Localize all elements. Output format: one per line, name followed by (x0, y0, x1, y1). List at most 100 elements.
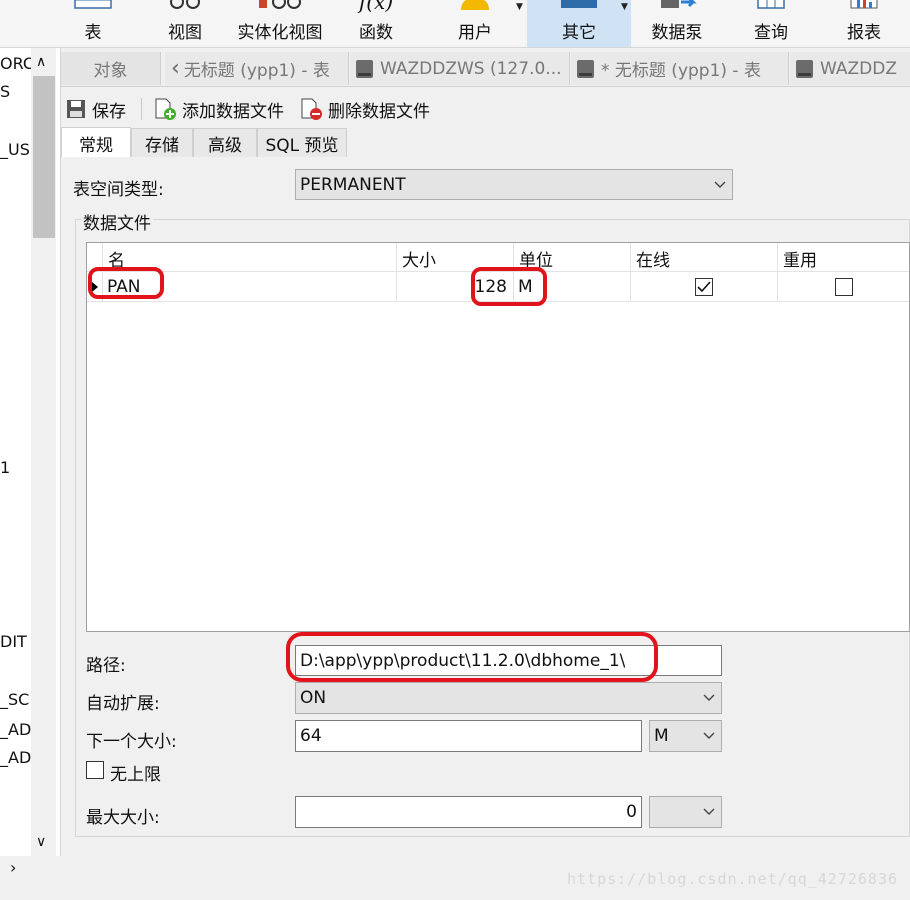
path-label: 路径: (86, 656, 126, 676)
tab-general-label: 常规 (79, 135, 113, 156)
ribbon-table-button[interactable]: 表 (62, 0, 124, 47)
max-size-input[interactable]: 0 (295, 796, 642, 828)
tab-untitled-table-1[interactable]: ‹ 无标题 (ypp1) - 表 (165, 52, 349, 85)
unlimited-label: 无上限 (110, 765, 161, 785)
check-icon (697, 280, 711, 292)
materialized-view-icon (259, 0, 301, 9)
ribbon-materialized-view-button[interactable]: 实体化视图 (228, 0, 332, 47)
table-icon (74, 0, 112, 9)
tree-item[interactable]: _AD (0, 720, 31, 739)
ribbon-function-button[interactable]: f(x) 函数 (345, 0, 407, 47)
view-icon (170, 0, 200, 9)
data-pump-icon (661, 0, 697, 8)
tree-scroll-right-icon[interactable]: › (10, 858, 16, 877)
ribbon-function-label: 函数 (359, 23, 393, 43)
user-icon (461, 0, 489, 10)
tab-connection-wazddz[interactable]: WAZDDZ (790, 52, 910, 85)
tree-item[interactable]: _SC (0, 690, 29, 709)
tab-advanced-label: 高级 (208, 135, 242, 156)
chevron-down-icon (703, 694, 715, 701)
table-row-reuse-cell[interactable] (778, 272, 909, 302)
tree-scroll-thumb[interactable] (33, 76, 55, 238)
tree-item[interactable]: S (0, 82, 10, 101)
table-row-online-cell[interactable] (631, 272, 778, 302)
annotation-circle-path (286, 632, 658, 682)
tab-objects[interactable]: 对象 (61, 52, 161, 85)
grid-header-online[interactable]: 在线 (631, 243, 778, 272)
tab-untitled-table-2[interactable]: * 无标题 (ypp1) - 表 (571, 52, 789, 85)
tab-general[interactable]: 常规 (61, 127, 131, 158)
grid-header-reuse-label: 重用 (783, 251, 817, 271)
online-checkbox[interactable] (695, 277, 713, 296)
delete-datafile-label: 删除数据文件 (328, 101, 430, 122)
tab-sql-preview[interactable]: SQL 预览 (257, 128, 347, 157)
grid-header-reuse[interactable]: 重用 (778, 243, 909, 272)
property-tabs: 常规 存储 高级 SQL 预览 (61, 126, 910, 158)
ribbon-data-pump-button[interactable]: 数据泵 (640, 0, 714, 47)
tab-storage-label: 存储 (145, 135, 179, 156)
next-size-unit-select[interactable]: M (649, 720, 722, 752)
ribbon-report-label: 报表 (847, 23, 881, 43)
document-tab-strip: 对象 ‹ 无标题 (ypp1) - 表 WAZDDZWS (127.0... *… (61, 48, 910, 87)
next-size-label: 下一个大小: (86, 732, 177, 752)
ribbon-view-button[interactable]: 视图 (155, 0, 215, 47)
ribbon-query-button[interactable]: 查询 (740, 0, 802, 47)
save-button[interactable]: 保存 (66, 96, 126, 122)
ribbon-user-button[interactable]: 用户 ▼ (440, 0, 523, 47)
next-size-input[interactable]: 64 (295, 720, 642, 752)
report-icon (850, 0, 878, 9)
add-datafile-button[interactable]: 添加数据文件 (153, 96, 284, 122)
tab-storage[interactable]: 存储 (131, 128, 193, 157)
database-icon (356, 59, 373, 79)
watermark-text: https://blog.csdn.net/qq_42726836 (566, 870, 898, 888)
tablespace-type-select[interactable]: PERMANENT (295, 169, 733, 200)
tree-item[interactable]: 1 (0, 458, 10, 477)
ribbon-user-label: 用户 (458, 23, 492, 43)
tab-objects-label: 对象 (93, 61, 128, 81)
annotation-circle-name (88, 267, 164, 299)
unlimited-checkbox[interactable] (86, 761, 104, 779)
tab-connection-wazddzws[interactable]: WAZDDZWS (127.0... (350, 52, 570, 85)
autoextend-label: 自动扩展: (86, 694, 160, 714)
chevron-down-icon (703, 808, 715, 815)
scroll-down-icon[interactable]: ∨ (36, 834, 46, 850)
ribbon-report-button[interactable]: 报表 (833, 0, 895, 47)
database-icon (577, 59, 594, 79)
autoextend-select[interactable]: ON (295, 682, 722, 714)
function-icon: f(x) (358, 0, 394, 14)
tree-item[interactable]: DIT (0, 632, 27, 651)
max-size-label: 最大大小: (86, 808, 160, 828)
add-datafile-label: 添加数据文件 (182, 101, 284, 122)
chevron-down-icon (714, 181, 726, 188)
other-dropdown-caret-icon[interactable]: ▼ (621, 2, 628, 12)
ribbon-view-label: 视图 (168, 23, 202, 43)
scroll-up-icon[interactable]: ∧ (36, 54, 46, 70)
tab-advanced[interactable]: 高级 (193, 128, 257, 157)
user-dropdown-caret-icon[interactable]: ▼ (516, 2, 523, 12)
reuse-checkbox[interactable] (835, 277, 853, 296)
tree-item[interactable]: ORC (0, 54, 34, 73)
grid-header-size-label: 大小 (402, 251, 436, 271)
ribbon-materialized-view-label: 实体化视图 (237, 23, 323, 43)
ribbon-other-label: 其它 (562, 23, 596, 43)
add-file-icon (155, 98, 176, 120)
datafiles-group-label: 数据文件 (81, 209, 153, 234)
ribbon-toolbar: 表 视图 实体化视图 f(x) 函数 用户 ▼ 其它 ▼ 数据泵 查询 报表 (0, 0, 910, 48)
tree-item[interactable]: _AD (0, 748, 31, 767)
ribbon-other-button[interactable]: 其它 ▼ (527, 0, 631, 47)
tab-scroll-left-icon[interactable]: ‹ (171, 56, 180, 81)
ribbon-table-label: 表 (84, 23, 102, 43)
delete-file-icon (301, 98, 322, 120)
ribbon-query-label: 查询 (754, 23, 788, 43)
autoextend-value: ON (300, 688, 327, 708)
grid-header-online-label: 在线 (636, 251, 670, 271)
tab-label: WAZDDZ (820, 58, 897, 79)
max-size-unit-select[interactable] (649, 796, 722, 828)
delete-datafile-button[interactable]: 删除数据文件 (299, 96, 430, 122)
query-icon (757, 0, 785, 9)
editor-toolbar: 保存 添加数据文件 删除数据文件 (61, 90, 910, 126)
tab-label: WAZDDZWS (127.0... (380, 58, 562, 79)
database-icon (796, 59, 813, 79)
toolbar-divider (141, 98, 142, 120)
next-size-unit-value: M (654, 726, 669, 746)
